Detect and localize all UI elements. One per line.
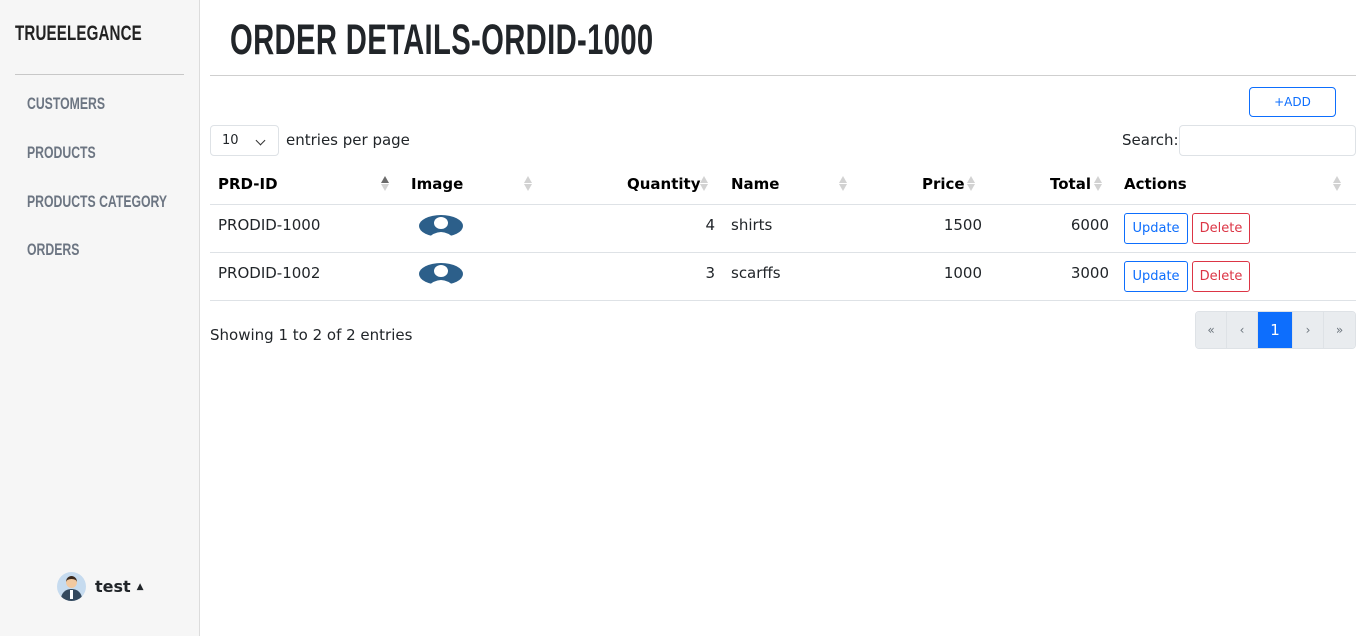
sort-icon[interactable] bbox=[1094, 174, 1102, 194]
user-name: test bbox=[95, 577, 131, 596]
sort-icon[interactable] bbox=[381, 174, 389, 194]
cell-total: 3000 bbox=[1070, 264, 1109, 282]
page-1-button[interactable]: 1 bbox=[1258, 312, 1293, 348]
pagination: « ‹ 1 › » bbox=[1195, 311, 1356, 349]
cell-name: scarffs bbox=[731, 264, 781, 282]
cell-prd-id: PRODID-1000 bbox=[218, 216, 321, 234]
column-header-name[interactable]: Name bbox=[731, 175, 779, 193]
entries-per-page-select[interactable]: 10 bbox=[210, 125, 279, 156]
search-input[interactable] bbox=[1179, 125, 1356, 156]
cell-quantity: 4 bbox=[705, 216, 715, 234]
cell-price: 1500 bbox=[943, 216, 982, 234]
entries-value: 10 bbox=[222, 133, 239, 148]
delete-button[interactable]: Delete bbox=[1192, 261, 1250, 292]
table-header-divider bbox=[210, 204, 1356, 205]
cell-name: shirts bbox=[731, 216, 773, 234]
column-header-prd-id[interactable]: PRD-ID bbox=[218, 175, 278, 193]
previous-page-button[interactable]: ‹ bbox=[1227, 312, 1258, 348]
sidebar-item-orders[interactable]: ORDERS bbox=[27, 240, 79, 260]
table-info: Showing 1 to 2 of 2 entries bbox=[210, 326, 413, 344]
last-page-button[interactable]: » bbox=[1324, 312, 1355, 348]
search-label: Search: bbox=[1122, 131, 1179, 149]
update-button[interactable]: Update bbox=[1124, 213, 1188, 244]
column-header-price[interactable]: Price bbox=[922, 175, 965, 193]
cell-quantity: 3 bbox=[705, 264, 715, 282]
add-button[interactable]: +ADD bbox=[1249, 87, 1336, 117]
brand-logo[interactable]: TRUEELEGANCE bbox=[15, 22, 142, 46]
product-image-icon bbox=[419, 215, 463, 239]
row-divider bbox=[210, 300, 1356, 301]
delete-button[interactable]: Delete bbox=[1192, 213, 1250, 244]
page-title: ORDER DETAILS-ORDID-1000 bbox=[230, 16, 654, 64]
caret-up-icon: ▲ bbox=[136, 581, 144, 592]
sort-icon[interactable] bbox=[1333, 174, 1341, 194]
sidebar-item-products-category[interactable]: PRODUCTS CATEGORY bbox=[27, 192, 167, 212]
first-page-button[interactable]: « bbox=[1196, 312, 1227, 348]
title-divider bbox=[210, 75, 1356, 76]
next-page-button[interactable]: › bbox=[1293, 312, 1324, 348]
sidebar-item-products[interactable]: PRODUCTS bbox=[27, 143, 96, 163]
user-menu[interactable]: test ▲ bbox=[57, 572, 144, 601]
column-header-actions[interactable]: Actions bbox=[1124, 175, 1187, 193]
sort-icon[interactable] bbox=[839, 174, 847, 194]
sort-icon[interactable] bbox=[700, 174, 708, 194]
entries-label: entries per page bbox=[286, 131, 410, 149]
sidebar-divider bbox=[15, 74, 184, 75]
sort-icon[interactable] bbox=[524, 174, 532, 194]
row-divider bbox=[210, 252, 1356, 253]
column-header-quantity[interactable]: Quantity bbox=[627, 175, 701, 193]
avatar bbox=[57, 572, 86, 601]
sidebar-item-customers[interactable]: CUSTOMERS bbox=[27, 94, 105, 114]
column-header-total[interactable]: Total bbox=[1050, 175, 1091, 193]
sidebar: TRUEELEGANCE CUSTOMERS PRODUCTS PRODUCTS… bbox=[0, 0, 200, 636]
cell-total: 6000 bbox=[1070, 216, 1109, 234]
column-header-image[interactable]: Image bbox=[411, 175, 463, 193]
cell-price: 1000 bbox=[943, 264, 982, 282]
sort-icon[interactable] bbox=[967, 174, 975, 194]
cell-prd-id: PRODID-1002 bbox=[218, 264, 321, 282]
chevron-down-icon bbox=[255, 135, 266, 146]
update-button[interactable]: Update bbox=[1124, 261, 1188, 292]
product-image-icon bbox=[419, 263, 463, 287]
